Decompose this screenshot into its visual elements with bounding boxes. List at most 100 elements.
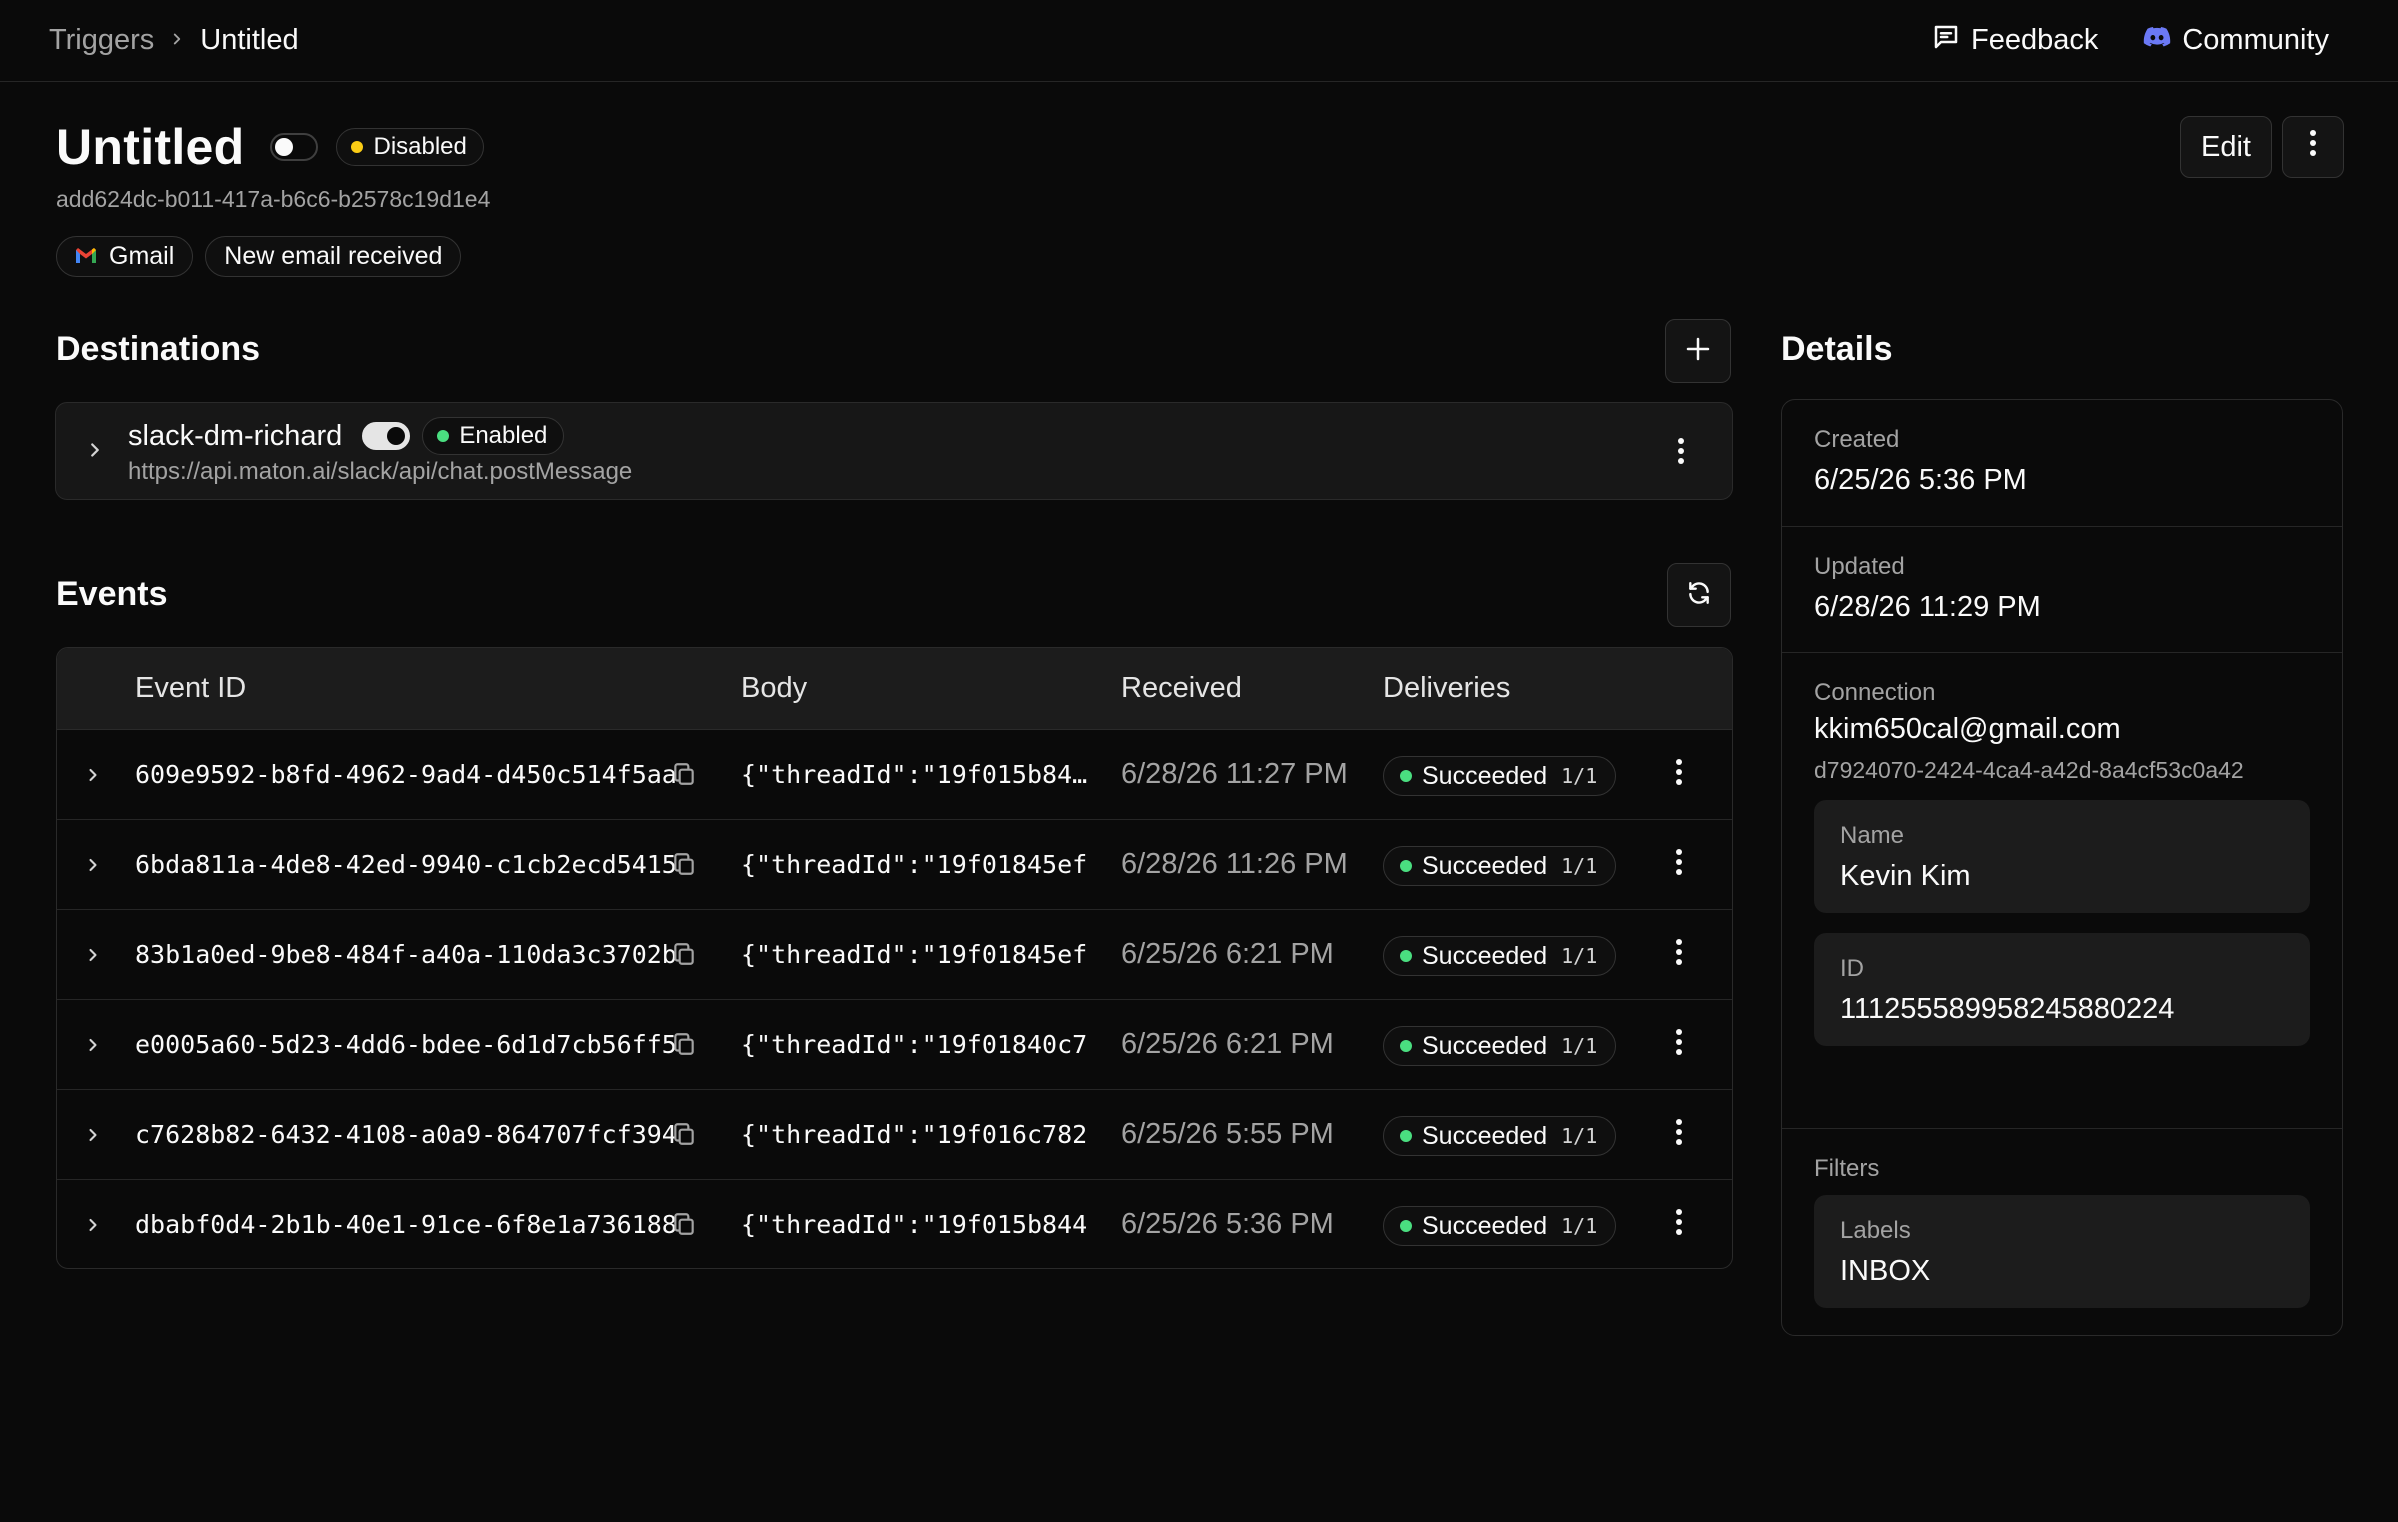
chevron-right-icon[interactable]	[83, 1123, 103, 1152]
events-table: Event ID Body Received Deliveries 609e95…	[56, 647, 1733, 1269]
delivery-status-label: Succeeded	[1422, 761, 1548, 790]
event-body: {"threadId":"19f015b8444	[741, 760, 1091, 789]
connection-email: kkim650cal@gmail.com	[1814, 713, 2121, 745]
connection-id-box: ID 111255589958245880224	[1814, 933, 2310, 1046]
event-received: 6/28/26 11:27 PM	[1121, 758, 1348, 790]
add-destination-button[interactable]	[1665, 319, 1731, 383]
delivery-count: 1/1	[1561, 854, 1598, 878]
status-dot	[1400, 950, 1412, 962]
more-vertical-icon[interactable]	[1675, 1028, 1683, 1061]
delivery-count: 1/1	[1561, 944, 1598, 968]
table-header: Event ID Body Received Deliveries	[57, 648, 1732, 730]
status-label: Disabled	[373, 133, 467, 160]
tag-event-type-label: New email received	[224, 242, 443, 270]
feedback-link[interactable]: Feedback	[1931, 22, 2098, 60]
details-created: Created 6/25/26 5:36 PM	[1782, 400, 2342, 527]
event-received: 6/25/26 5:36 PM	[1121, 1208, 1334, 1240]
details-panel: Created 6/25/26 5:36 PM Updated 6/28/26 …	[1781, 399, 2343, 1336]
details-updated: Updated 6/28/26 11:29 PM	[1782, 527, 2342, 653]
tag-gmail-label: Gmail	[109, 242, 175, 270]
copy-icon[interactable]	[671, 850, 697, 883]
table-row[interactable]: dbabf0d4-2b1b-40e1-91ce-6f8e1a736188 {"th…	[57, 1180, 1732, 1268]
refresh-icon	[1686, 580, 1712, 611]
table-row[interactable]: 609e9592-b8fd-4962-9ad4-d450c514f5aa {"th…	[57, 730, 1732, 820]
breadcrumb-triggers[interactable]: Triggers	[49, 24, 154, 57]
status-badge: Disabled	[336, 128, 484, 166]
details-filters: Filters Labels INBOX	[1782, 1129, 2342, 1332]
column-body: Body	[741, 672, 808, 704]
copy-icon[interactable]	[671, 760, 697, 793]
column-received: Received	[1121, 672, 1242, 704]
page-title: Untitled	[56, 119, 245, 175]
event-id: 6bda811a-4de8-42ed-9940-c1cb2ecd5415	[135, 850, 677, 879]
table-row[interactable]: 83b1a0ed-9be8-484f-a40a-110da3c3702b {"th…	[57, 910, 1732, 1000]
edit-button[interactable]: Edit	[2180, 116, 2272, 178]
chevron-right-icon[interactable]	[83, 1033, 103, 1062]
breadcrumb: Triggers Untitled	[49, 24, 299, 57]
more-vertical-icon[interactable]	[1677, 437, 1685, 470]
more-vertical-icon[interactable]	[1675, 848, 1683, 881]
id-label: ID	[1840, 955, 1864, 982]
top-bar: Triggers Untitled Feedback Community	[0, 0, 2398, 82]
destinations-title: Destinations	[56, 330, 261, 368]
delivery-status-badge: Succeeded 1/1	[1383, 1206, 1617, 1246]
table-row[interactable]: e0005a60-5d23-4dd6-bdee-6d1d7cb56ff5 {"th…	[57, 1000, 1732, 1090]
chevron-right-icon[interactable]	[83, 1213, 103, 1242]
event-body: {"threadId":"19f01845ef	[741, 850, 1088, 879]
event-received: 6/25/26 6:21 PM	[1121, 1028, 1334, 1060]
destination-url: https://api.maton.ai/slack/api/chat.post…	[128, 458, 633, 485]
community-link[interactable]: Community	[2142, 22, 2329, 60]
event-body: {"threadId":"19f01840c7	[741, 1030, 1088, 1059]
details-connection: Connection kkim650cal@gmail.com d7924070…	[1782, 653, 2342, 1129]
connection-id: d7924070-2424-4ca4-a42d-8a4cf53c0a42	[1814, 757, 2244, 783]
event-received: 6/25/26 5:55 PM	[1121, 1118, 1334, 1150]
event-id: dbabf0d4-2b1b-40e1-91ce-6f8e1a736188	[135, 1210, 677, 1239]
delivery-status-badge: Succeeded 1/1	[1383, 1116, 1617, 1156]
more-vertical-icon[interactable]	[1675, 1118, 1683, 1151]
updated-value: 6/28/26 11:29 PM	[1814, 591, 2041, 623]
delivery-status-label: Succeeded	[1422, 1031, 1548, 1060]
chevron-right-icon[interactable]	[83, 943, 103, 972]
updated-label: Updated	[1814, 553, 1905, 580]
status-dot	[1400, 770, 1412, 782]
message-square-icon	[1931, 22, 1961, 60]
event-body: {"threadId":"19f016c782	[741, 1120, 1088, 1149]
table-row[interactable]: 6bda811a-4de8-42ed-9940-c1cb2ecd5415 {"th…	[57, 820, 1732, 910]
more-vertical-icon[interactable]	[1675, 758, 1683, 791]
labels-label: Labels	[1840, 1217, 1911, 1244]
delivery-status-badge: Succeeded 1/1	[1383, 936, 1617, 976]
copy-icon[interactable]	[671, 1120, 697, 1153]
refresh-events-button[interactable]	[1667, 563, 1731, 627]
destination-name: slack-dm-richard	[128, 419, 343, 452]
name-value: Kevin Kim	[1840, 860, 1971, 892]
chevron-right-icon[interactable]	[83, 763, 103, 792]
table-row[interactable]: c7628b82-6432-4108-a0a9-864707fcf394 {"th…	[57, 1090, 1732, 1180]
toggle-knob	[275, 138, 294, 156]
destination-card[interactable]: slack-dm-richard Enabled https://api.mat…	[55, 402, 1733, 500]
copy-icon[interactable]	[671, 1030, 697, 1063]
events-title: Events	[56, 575, 168, 613]
copy-icon[interactable]	[671, 940, 697, 973]
column-deliveries: Deliveries	[1383, 672, 1511, 704]
tag-gmail: Gmail	[56, 236, 194, 277]
delivery-status-badge: Succeeded 1/1	[1383, 1026, 1617, 1066]
chevron-right-icon[interactable]	[84, 437, 106, 468]
event-received: 6/25/26 6:21 PM	[1121, 938, 1334, 970]
trigger-tags: Gmail New email received	[56, 236, 462, 277]
event-id: c7628b82-6432-4108-a0a9-864707fcf394	[135, 1120, 677, 1149]
copy-icon[interactable]	[671, 1210, 697, 1243]
name-label: Name	[1840, 822, 1905, 849]
more-vertical-icon[interactable]	[1675, 938, 1683, 971]
column-event-id: Event ID	[135, 672, 247, 704]
destination-enabled-toggle[interactable]	[362, 422, 411, 450]
event-id: 83b1a0ed-9be8-484f-a40a-110da3c3702b	[135, 940, 677, 969]
delivery-status-label: Succeeded	[1422, 851, 1548, 880]
event-id: e0005a60-5d23-4dd6-bdee-6d1d7cb56ff5	[135, 1030, 677, 1059]
status-dot	[1400, 1220, 1412, 1232]
chevron-right-icon[interactable]	[83, 853, 103, 882]
connection-name-box: Name Kevin Kim	[1814, 800, 2310, 913]
more-options-button[interactable]	[2282, 116, 2344, 178]
more-vertical-icon[interactable]	[1675, 1208, 1683, 1241]
table-body: 609e9592-b8fd-4962-9ad4-d450c514f5aa {"th…	[57, 730, 1732, 1268]
trigger-enabled-toggle[interactable]	[270, 133, 319, 161]
